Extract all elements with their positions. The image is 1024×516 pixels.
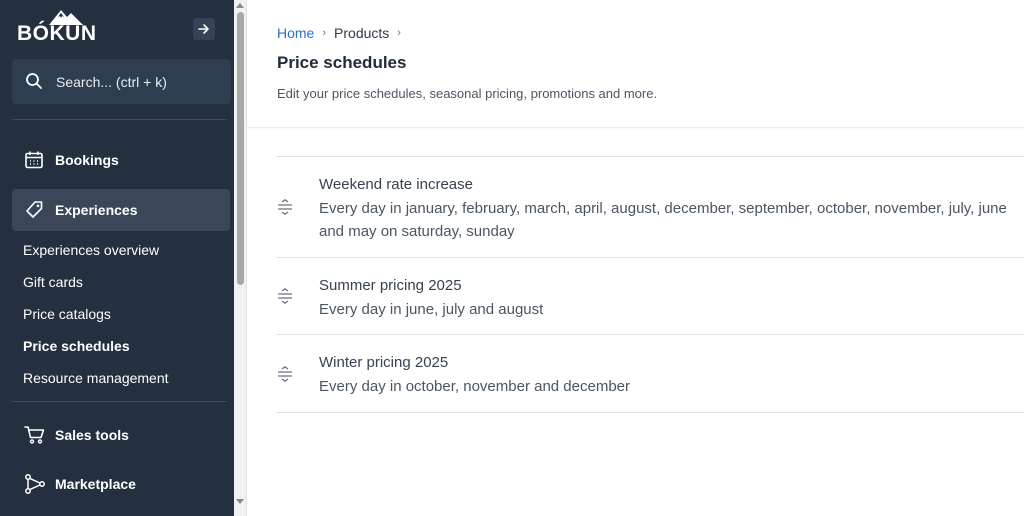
list-item[interactable]: Summer pricing 2025 Every day in june, j… <box>276 258 1024 335</box>
sidebar-scrollbar[interactable] <box>234 0 247 516</box>
nav-marketplace-label: Marketplace <box>55 476 136 492</box>
sidebar: BÓKUN Search... (ctrl + k) Bookings Expe… <box>0 0 234 516</box>
nav-bookings[interactable]: Bookings <box>12 139 230 181</box>
breadcrumb: Home › Products › <box>277 25 401 41</box>
drag-handle-icon[interactable] <box>276 365 294 382</box>
subnav-gift-cards[interactable]: Gift cards <box>23 274 83 290</box>
schedule-name: Winter pricing 2025 <box>319 354 449 371</box>
nav-marketplace[interactable]: Marketplace <box>12 463 230 505</box>
scroll-up-icon[interactable] <box>236 3 244 8</box>
subnav-resource-management[interactable]: Resource management <box>23 370 169 386</box>
nav-experiences-label: Experiences <box>55 202 138 218</box>
subnav-price-schedules[interactable]: Price schedules <box>23 338 130 354</box>
scrollbar-thumb[interactable] <box>237 12 244 285</box>
collapse-sidebar-button[interactable] <box>193 18 215 40</box>
nav-sales-tools[interactable]: Sales tools <box>12 414 230 456</box>
search-input[interactable]: Search... (ctrl + k) <box>12 59 231 104</box>
schedule-description: Every day in october, november and decem… <box>319 378 631 395</box>
tag-icon <box>26 201 43 218</box>
arrow-right-icon <box>198 24 209 34</box>
nav-sales-tools-label: Sales tools <box>55 427 129 443</box>
calendar-icon <box>25 151 43 169</box>
bokun-logo[interactable]: BÓKUN <box>17 8 97 45</box>
schedule-description: Every day in january, february, march, a… <box>319 200 1007 240</box>
nav-experiences[interactable]: Experiences <box>12 189 230 231</box>
scroll-down-icon[interactable] <box>236 499 244 504</box>
subnav-experiences-overview[interactable]: Experiences overview <box>23 242 159 258</box>
page-title: Price schedules <box>277 53 407 72</box>
divider <box>12 119 227 120</box>
page-header: Home › Products › Price schedules Edit y… <box>247 0 1024 128</box>
divider <box>12 401 227 402</box>
main-content: Home › Products › Price schedules Edit y… <box>247 0 1024 516</box>
schedule-description: Every day in june, july and august <box>319 301 544 318</box>
nav-bookings-label: Bookings <box>55 152 119 168</box>
subnav-price-catalogs[interactable]: Price catalogs <box>23 306 111 322</box>
drag-handle-icon[interactable] <box>276 288 294 304</box>
breadcrumb-products[interactable]: Products <box>334 25 389 41</box>
breadcrumb-home[interactable]: Home <box>277 25 314 41</box>
list-item[interactable]: Weekend rate increase Every day in janua… <box>276 157 1024 258</box>
cart-icon <box>24 426 45 444</box>
schedule-name: Summer pricing 2025 <box>319 277 462 294</box>
page-subtitle: Edit your price schedules, seasonal pric… <box>277 86 658 101</box>
schedule-list: Weekend rate increase Every day in janua… <box>276 156 1024 413</box>
network-icon <box>25 474 45 494</box>
drag-handle-icon[interactable] <box>276 199 294 215</box>
chevron-right-icon: › <box>322 27 327 39</box>
schedule-name: Weekend rate increase <box>319 176 473 193</box>
logo-text: BÓKUN <box>17 22 97 45</box>
chevron-right-icon: › <box>397 27 401 39</box>
search-placeholder: Search... (ctrl + k) <box>56 74 167 90</box>
list-item[interactable]: Winter pricing 2025 Every day in october… <box>276 335 1024 413</box>
search-icon <box>26 73 42 89</box>
